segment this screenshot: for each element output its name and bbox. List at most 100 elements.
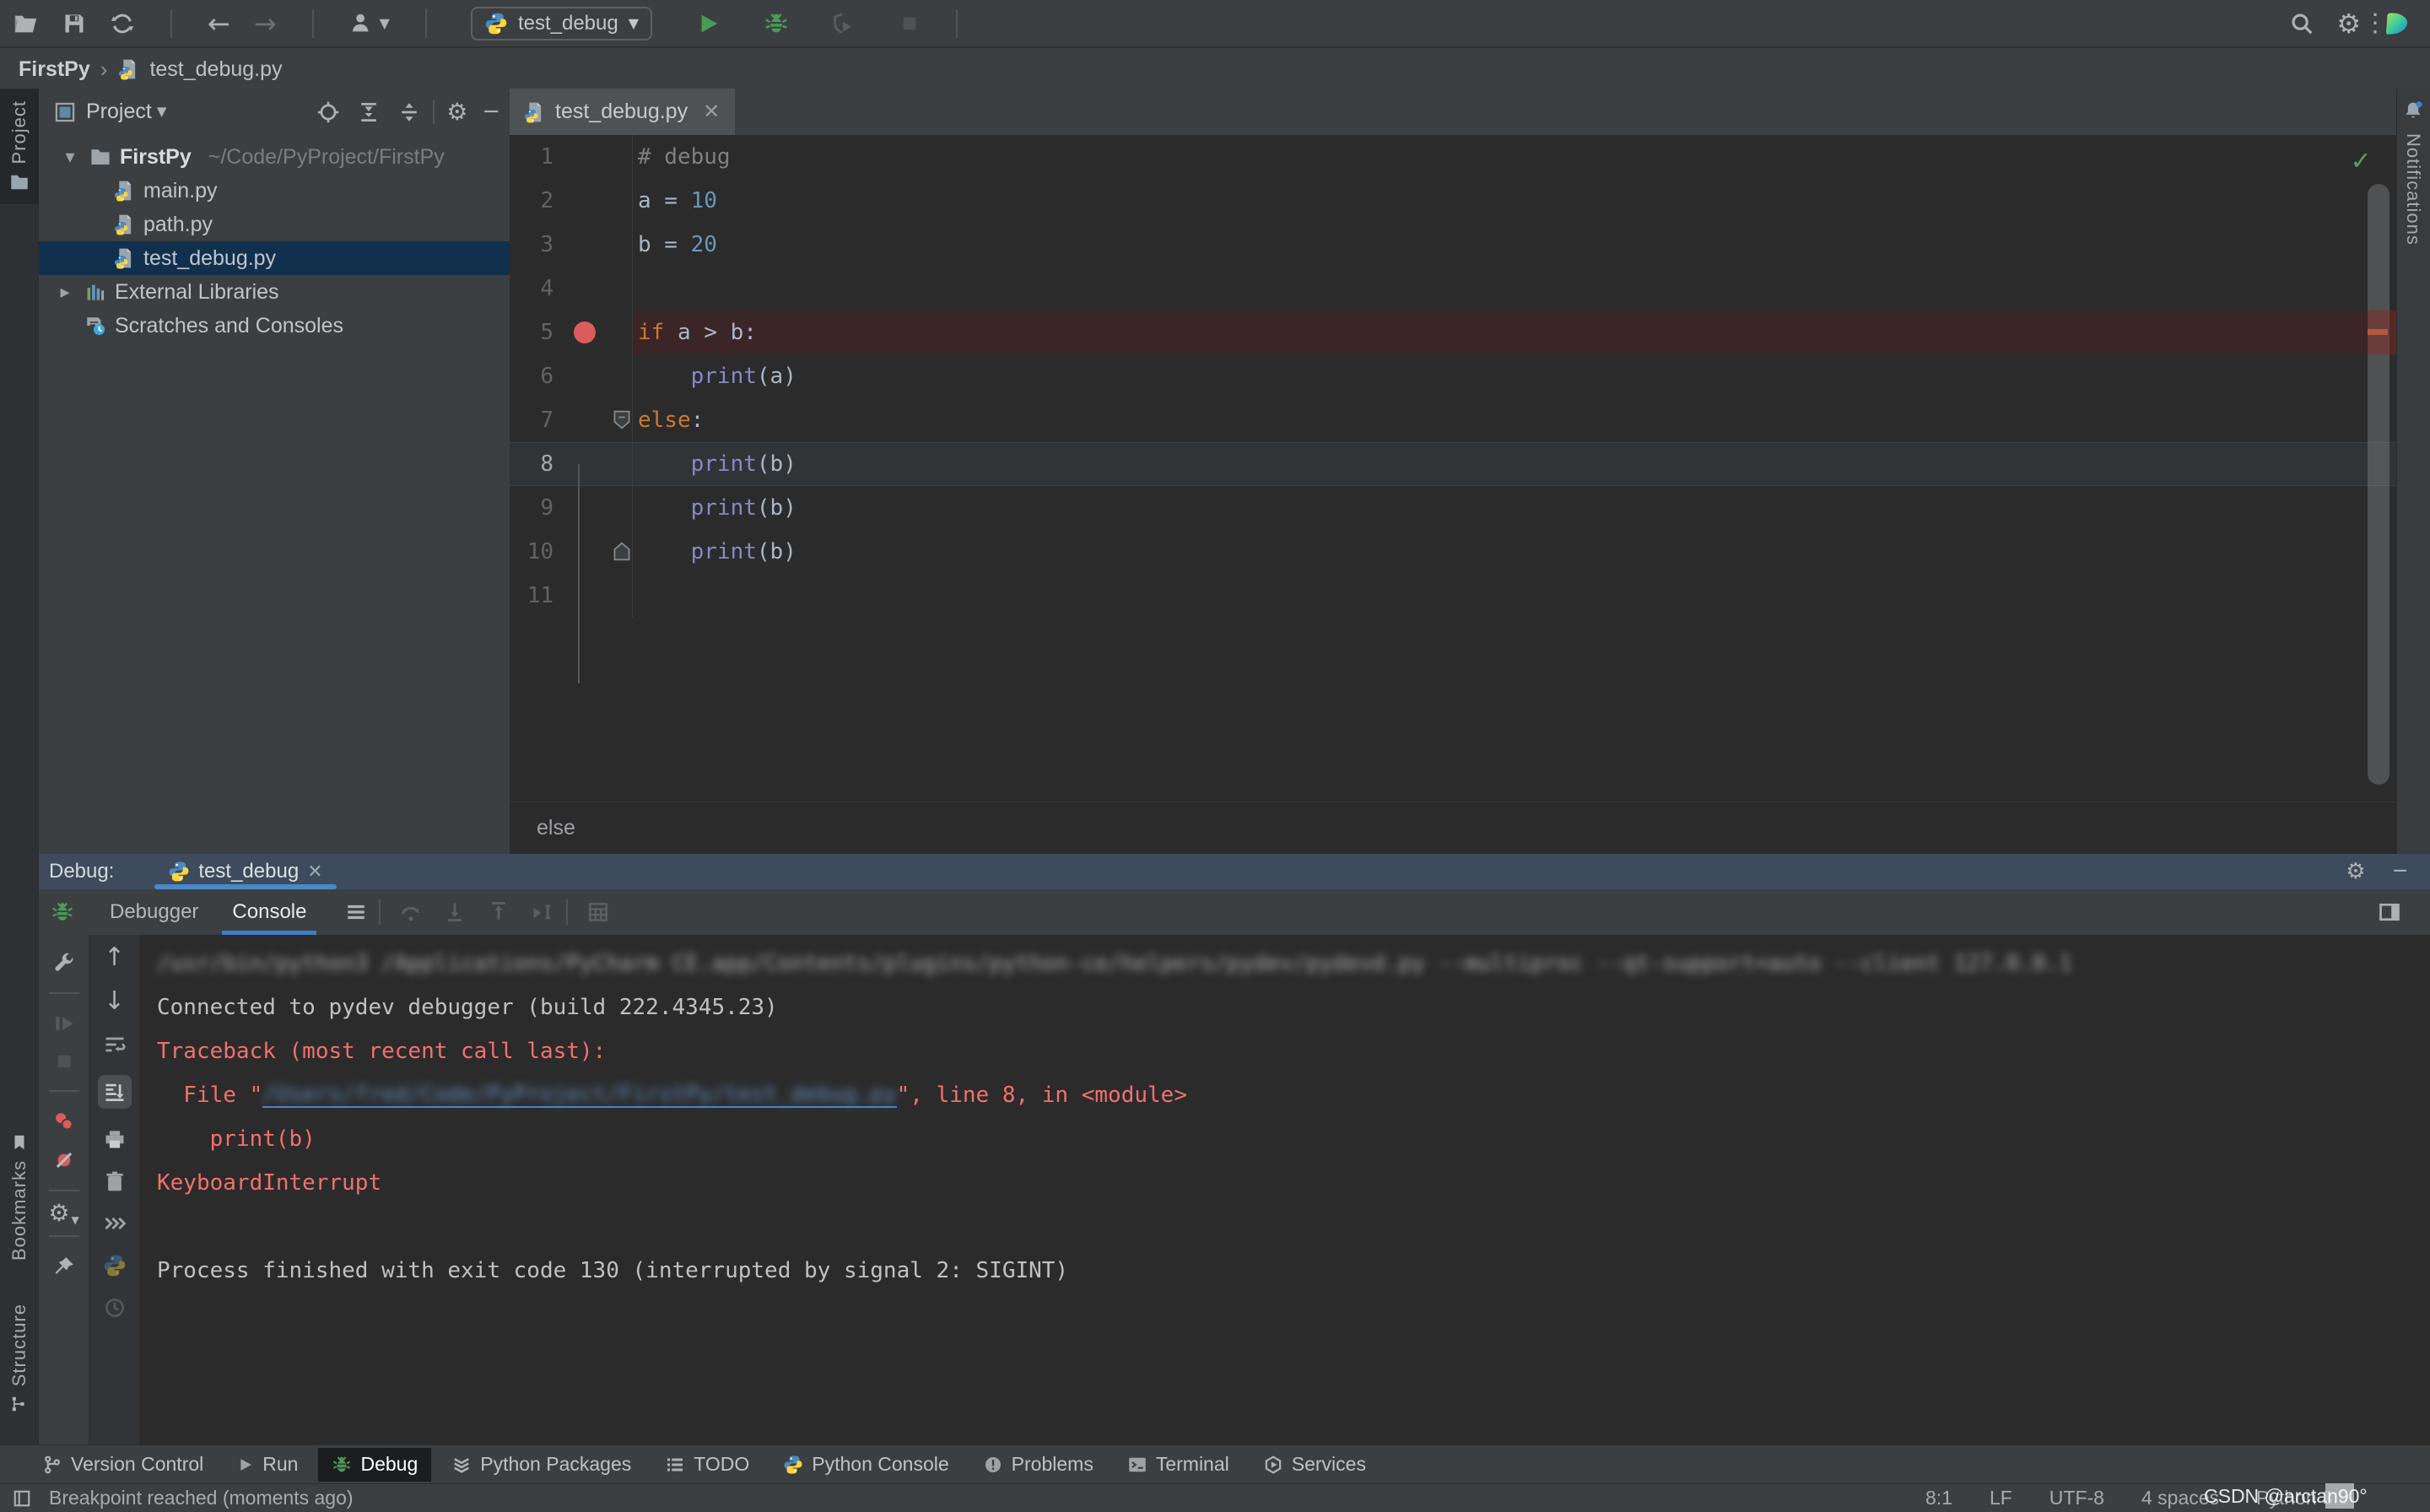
console-options-icon[interactable] <box>345 901 367 923</box>
debug-button[interactable] <box>764 11 789 36</box>
locate-file-icon[interactable] <box>316 100 340 124</box>
toolwindow-python-packages[interactable]: Python Packages <box>438 1448 645 1482</box>
inspections-ok-check-icon[interactable]: ✓ <box>2352 143 2369 177</box>
step-over-icon[interactable] <box>399 900 423 924</box>
run-to-cursor-icon[interactable] <box>531 900 554 924</box>
run-configuration-select[interactable]: test_debug ▼ <box>471 7 652 40</box>
down-stack-trace-icon[interactable]: ↓ <box>104 989 125 1014</box>
toolwindow-run[interactable]: Run <box>224 1448 311 1482</box>
status-message[interactable]: Breakpoint reached (moments ago) <box>49 1487 354 1509</box>
scroll-to-end-icon[interactable] <box>98 1075 132 1109</box>
line-number[interactable]: 6 <box>510 364 554 389</box>
run-with-coverage-icon[interactable] <box>831 11 856 36</box>
breadcrumb-file[interactable]: test_debug.py <box>149 57 282 82</box>
stop-icon[interactable] <box>53 1050 75 1072</box>
line-number[interactable]: 9 <box>510 495 554 521</box>
line-number[interactable]: 1 <box>510 144 554 170</box>
code-editor[interactable]: 1# debug 2a = 10 3b = 20 4 5 if a > b: 6… <box>510 135 2396 802</box>
hide-panel-icon[interactable]: ─ <box>484 101 498 123</box>
back-icon[interactable]: ← <box>208 10 230 37</box>
layout-settings-icon[interactable] <box>2378 900 2430 924</box>
view-breakpoints-icon[interactable] <box>52 1110 76 1133</box>
collapse-all-icon[interactable] <box>397 100 421 124</box>
sync-icon[interactable] <box>110 11 135 36</box>
toolwindow-version-control[interactable]: Version Control <box>29 1448 217 1482</box>
rerun-wrench-icon[interactable] <box>52 951 76 975</box>
debug-settings-gear-icon[interactable]: ⚙ <box>2346 861 2365 883</box>
line-number[interactable]: 4 <box>510 276 554 301</box>
toolwindow-terminal[interactable]: Terminal <box>1114 1448 1243 1482</box>
toolwindow-python-console[interactable]: Python Console <box>770 1448 962 1482</box>
caret-position[interactable]: 8:1 <box>1925 1487 1952 1509</box>
close-tab-icon[interactable]: ✕ <box>307 861 322 883</box>
toolwindow-services[interactable]: Services <box>1250 1448 1380 1482</box>
editor-scrollbar[interactable] <box>2368 184 2390 785</box>
line-number[interactable]: 5 <box>510 320 554 345</box>
toolwindow-toggle-icon[interactable] <box>12 1488 32 1509</box>
line-number[interactable]: 7 <box>510 408 554 433</box>
line-number[interactable]: 8 <box>510 451 554 477</box>
step-out-icon[interactable] <box>487 900 510 924</box>
skip-fast-forward-icon[interactable] <box>103 1212 127 1235</box>
debug-session-tab[interactable]: test_debug ✕ <box>154 854 336 889</box>
panel-options-gear-icon[interactable]: ⚙ <box>446 100 467 124</box>
clear-console-trash-icon[interactable] <box>103 1169 127 1193</box>
stop-button[interactable] <box>899 13 921 35</box>
toolwindow-debug[interactable]: Debug <box>318 1448 431 1482</box>
forward-icon[interactable]: → <box>254 10 277 37</box>
python-prompt-icon[interactable] <box>103 1254 127 1277</box>
editor-breadcrumb-else[interactable]: else <box>537 816 575 840</box>
traceback-file-link[interactable]: /Users/fred/Code/PyProject/FirstPy/test_… <box>262 1083 896 1109</box>
file-encoding[interactable]: UTF-8 <box>2049 1487 2104 1509</box>
line-separator[interactable]: LF <box>1990 1487 2012 1509</box>
user-profile-button[interactable]: ▼ <box>349 11 390 36</box>
chevron-down-icon[interactable]: ▼ <box>157 105 167 118</box>
breakpoint-icon[interactable] <box>574 321 596 343</box>
toolwindow-todo[interactable]: TODO <box>651 1448 763 1482</box>
line-number[interactable]: 3 <box>510 232 554 257</box>
line-number[interactable]: 2 <box>510 188 554 213</box>
editor-options-kebab-icon[interactable]: ⋮ <box>2362 8 2388 38</box>
soft-wrap-icon[interactable] <box>103 1033 127 1056</box>
hide-debug-panel-icon[interactable]: ─ <box>2395 861 2406 883</box>
line-number[interactable]: 11 <box>510 583 554 608</box>
save-all-icon[interactable] <box>62 12 86 35</box>
tree-item-file[interactable]: path.py <box>39 208 510 241</box>
pin-tab-icon[interactable] <box>52 1255 76 1278</box>
close-tab-icon[interactable]: ✕ <box>703 100 720 124</box>
fold-end-icon[interactable] <box>613 541 631 568</box>
tree-item-scratches[interactable]: Scratches and Consoles <box>39 309 510 343</box>
toolwindow-problems[interactable]: Problems <box>969 1448 1107 1482</box>
tree-item-file-selected[interactable]: test_debug.py <box>39 241 510 275</box>
settings-gear-icon[interactable]: ⚙ <box>2336 10 2361 37</box>
breadcrumb-project[interactable]: FirstPy <box>19 57 90 82</box>
tree-item-file[interactable]: main.py <box>39 174 510 208</box>
expand-all-icon[interactable] <box>357 100 381 124</box>
sidebar-item-project[interactable]: Project <box>0 89 39 204</box>
sidebar-item-structure[interactable]: Structure <box>0 1304 39 1413</box>
tab-debugger[interactable]: Debugger <box>93 889 215 935</box>
fold-start-icon[interactable] <box>613 409 631 436</box>
expand-toggle-icon[interactable]: ▾ <box>59 146 81 168</box>
run-button[interactable] <box>696 11 721 36</box>
sidebar-item-bookmarks[interactable]: Bookmarks <box>0 1133 39 1261</box>
debug-console-output[interactable]: /usr/bin/python3 /Applications/PyCharm C… <box>140 935 2430 1444</box>
search-everywhere-icon[interactable] <box>2289 11 2314 36</box>
tab-console[interactable]: Console <box>215 889 323 935</box>
editor-tab-test-debug[interactable]: test_debug.py ✕ <box>510 89 735 135</box>
up-stack-trace-icon[interactable]: ↑ <box>104 945 125 970</box>
open-folder-icon[interactable] <box>14 11 39 36</box>
tree-item-root[interactable]: ▾ FirstPy ~/Code/PyProject/FirstPy <box>39 140 510 174</box>
print-icon[interactable] <box>103 1127 127 1151</box>
line-number[interactable]: 10 <box>510 539 554 564</box>
resume-program-icon[interactable] <box>52 1012 76 1035</box>
sidebar-item-notifications[interactable]: Notifications <box>2396 100 2430 246</box>
evaluate-grid-icon[interactable] <box>586 900 610 924</box>
step-into-icon[interactable] <box>443 900 467 924</box>
history-clock-icon[interactable] <box>103 1296 127 1320</box>
debug-settings-button[interactable]: ⚙ ▼ <box>48 1202 78 1225</box>
expand-toggle-icon[interactable]: ▸ <box>54 281 76 303</box>
error-stripe-mark[interactable] <box>2368 329 2388 335</box>
tree-item-external-libraries[interactable]: ▸ External Libraries <box>39 275 510 309</box>
mute-breakpoints-icon[interactable] <box>52 1148 76 1172</box>
